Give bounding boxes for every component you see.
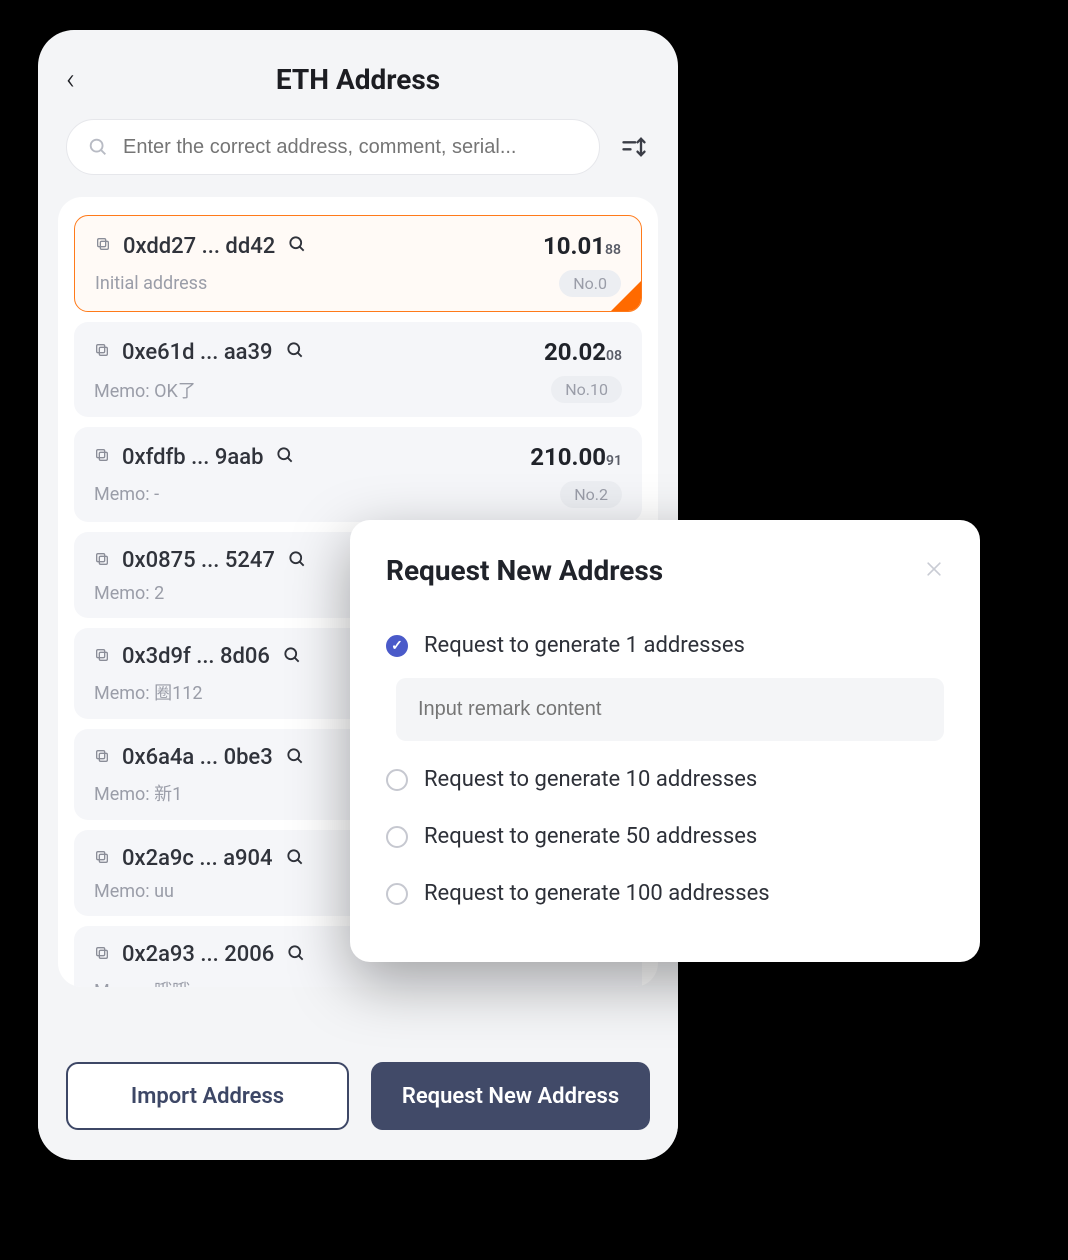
option-label: Request to generate 50 addresses <box>424 824 757 849</box>
magnify-icon[interactable] <box>287 234 307 258</box>
copy-icon[interactable] <box>95 236 111 256</box>
balance-value: 20.0208 <box>544 338 622 366</box>
address-text: 0x6a4a ... 0be3 <box>122 745 273 770</box>
option-label: Request to generate 10 addresses <box>424 767 757 792</box>
copy-icon[interactable] <box>94 945 110 965</box>
modal-options: Request to generate 1 addresses Request t… <box>386 617 944 922</box>
selected-corner-icon <box>609 279 642 312</box>
close-button[interactable] <box>924 557 944 585</box>
magnify-icon[interactable] <box>286 943 306 967</box>
memo-text: Initial address <box>95 273 207 294</box>
option-label: Request to generate 1 addresses <box>424 633 745 658</box>
address-text: 0x0875 ... 5247 <box>122 548 275 573</box>
radio-icon[interactable] <box>386 769 408 791</box>
copy-icon[interactable] <box>94 849 110 869</box>
address-text: 0xdd27 ... dd42 <box>123 234 275 259</box>
request-new-address-button[interactable]: Request New Address <box>371 1062 650 1130</box>
balance-value: 210.0091 <box>530 443 622 471</box>
address-text: 0xfdfb ... 9aab <box>122 445 263 470</box>
index-badge: No.2 <box>560 481 622 508</box>
memo-text: Memo: uu <box>94 881 174 902</box>
generate-option[interactable]: Request to generate 10 addresses <box>386 751 944 808</box>
generate-option[interactable]: Request to generate 100 addresses <box>386 865 944 922</box>
copy-icon[interactable] <box>94 447 110 467</box>
generate-option[interactable]: Request to generate 50 addresses <box>386 808 944 865</box>
address-card[interactable]: 0xfdfb ... 9aab 210.0091 Memo: - No.2 <box>74 427 642 522</box>
address-card-meta: Initial addressNo.0 <box>95 270 621 297</box>
sort-icon <box>620 133 648 161</box>
address-text: 0x3d9f ... 8d06 <box>122 644 270 669</box>
back-button[interactable]: ‹ <box>66 62 75 97</box>
modal-title: Request New Address <box>386 554 663 587</box>
import-address-button[interactable]: Import Address <box>66 1062 349 1130</box>
remark-input[interactable] <box>396 678 944 741</box>
footer: Import Address Request New Address <box>38 1040 678 1160</box>
address-card-meta: Memo: 哦哦 <box>94 977 622 987</box>
header: ‹ ETH Address <box>38 30 678 119</box>
index-badge: No.10 <box>551 376 622 403</box>
option-label: Request to generate 100 addresses <box>424 881 770 906</box>
address-card[interactable]: 0xdd27 ... dd42 10.0188 Initial addressNo.… <box>74 215 642 312</box>
address-card-row: 0xdd27 ... dd42 10.0188 <box>95 232 621 260</box>
memo-text: Memo: - <box>94 484 159 505</box>
close-icon <box>924 559 944 579</box>
search-icon <box>87 136 109 158</box>
copy-icon[interactable] <box>94 551 110 571</box>
magnify-icon[interactable] <box>282 645 302 669</box>
copy-icon[interactable] <box>94 342 110 362</box>
memo-text: Memo: 2 <box>94 583 164 604</box>
memo-text: Memo: OK了 <box>94 377 196 403</box>
magnify-icon[interactable] <box>287 549 307 573</box>
magnify-icon[interactable] <box>285 847 305 871</box>
address-card-meta: Memo: OK了 No.10 <box>94 376 622 403</box>
modal-header: Request New Address <box>386 554 944 587</box>
balance-value: 10.0188 <box>543 232 621 260</box>
magnify-icon[interactable] <box>285 340 305 364</box>
copy-icon[interactable] <box>94 748 110 768</box>
address-text: 0x2a9c ... a904 <box>122 846 273 871</box>
radio-checked-icon[interactable] <box>386 635 408 657</box>
magnify-icon[interactable] <box>285 746 305 770</box>
generate-option[interactable]: Request to generate 1 addresses <box>386 617 944 674</box>
radio-icon[interactable] <box>386 826 408 848</box>
sort-button[interactable] <box>618 131 650 163</box>
address-card-meta: Memo: - No.2 <box>94 481 622 508</box>
radio-icon[interactable] <box>386 883 408 905</box>
page-title: ETH Address <box>276 63 440 96</box>
address-text: 0x2a93 ... 2006 <box>122 942 274 967</box>
address-text: 0xe61d ... aa39 <box>122 340 273 365</box>
search-input[interactable] <box>123 136 579 159</box>
address-card[interactable]: 0xe61d ... aa39 20.0208 Memo: OK了 No.10 <box>74 322 642 417</box>
magnify-icon[interactable] <box>275 445 295 469</box>
memo-text: Memo: 新1 <box>94 780 182 806</box>
address-card-row: 0xfdfb ... 9aab 210.0091 <box>94 443 622 471</box>
search-box[interactable] <box>66 119 600 175</box>
copy-icon[interactable] <box>94 647 110 667</box>
memo-text: Memo: 哦哦 <box>94 977 190 987</box>
memo-text: Memo: 圈112 <box>94 679 202 705</box>
request-new-address-modal: Request New Address Request to generate … <box>350 520 980 962</box>
search-row <box>38 119 678 197</box>
address-card-row: 0xe61d ... aa39 20.0208 <box>94 338 622 366</box>
